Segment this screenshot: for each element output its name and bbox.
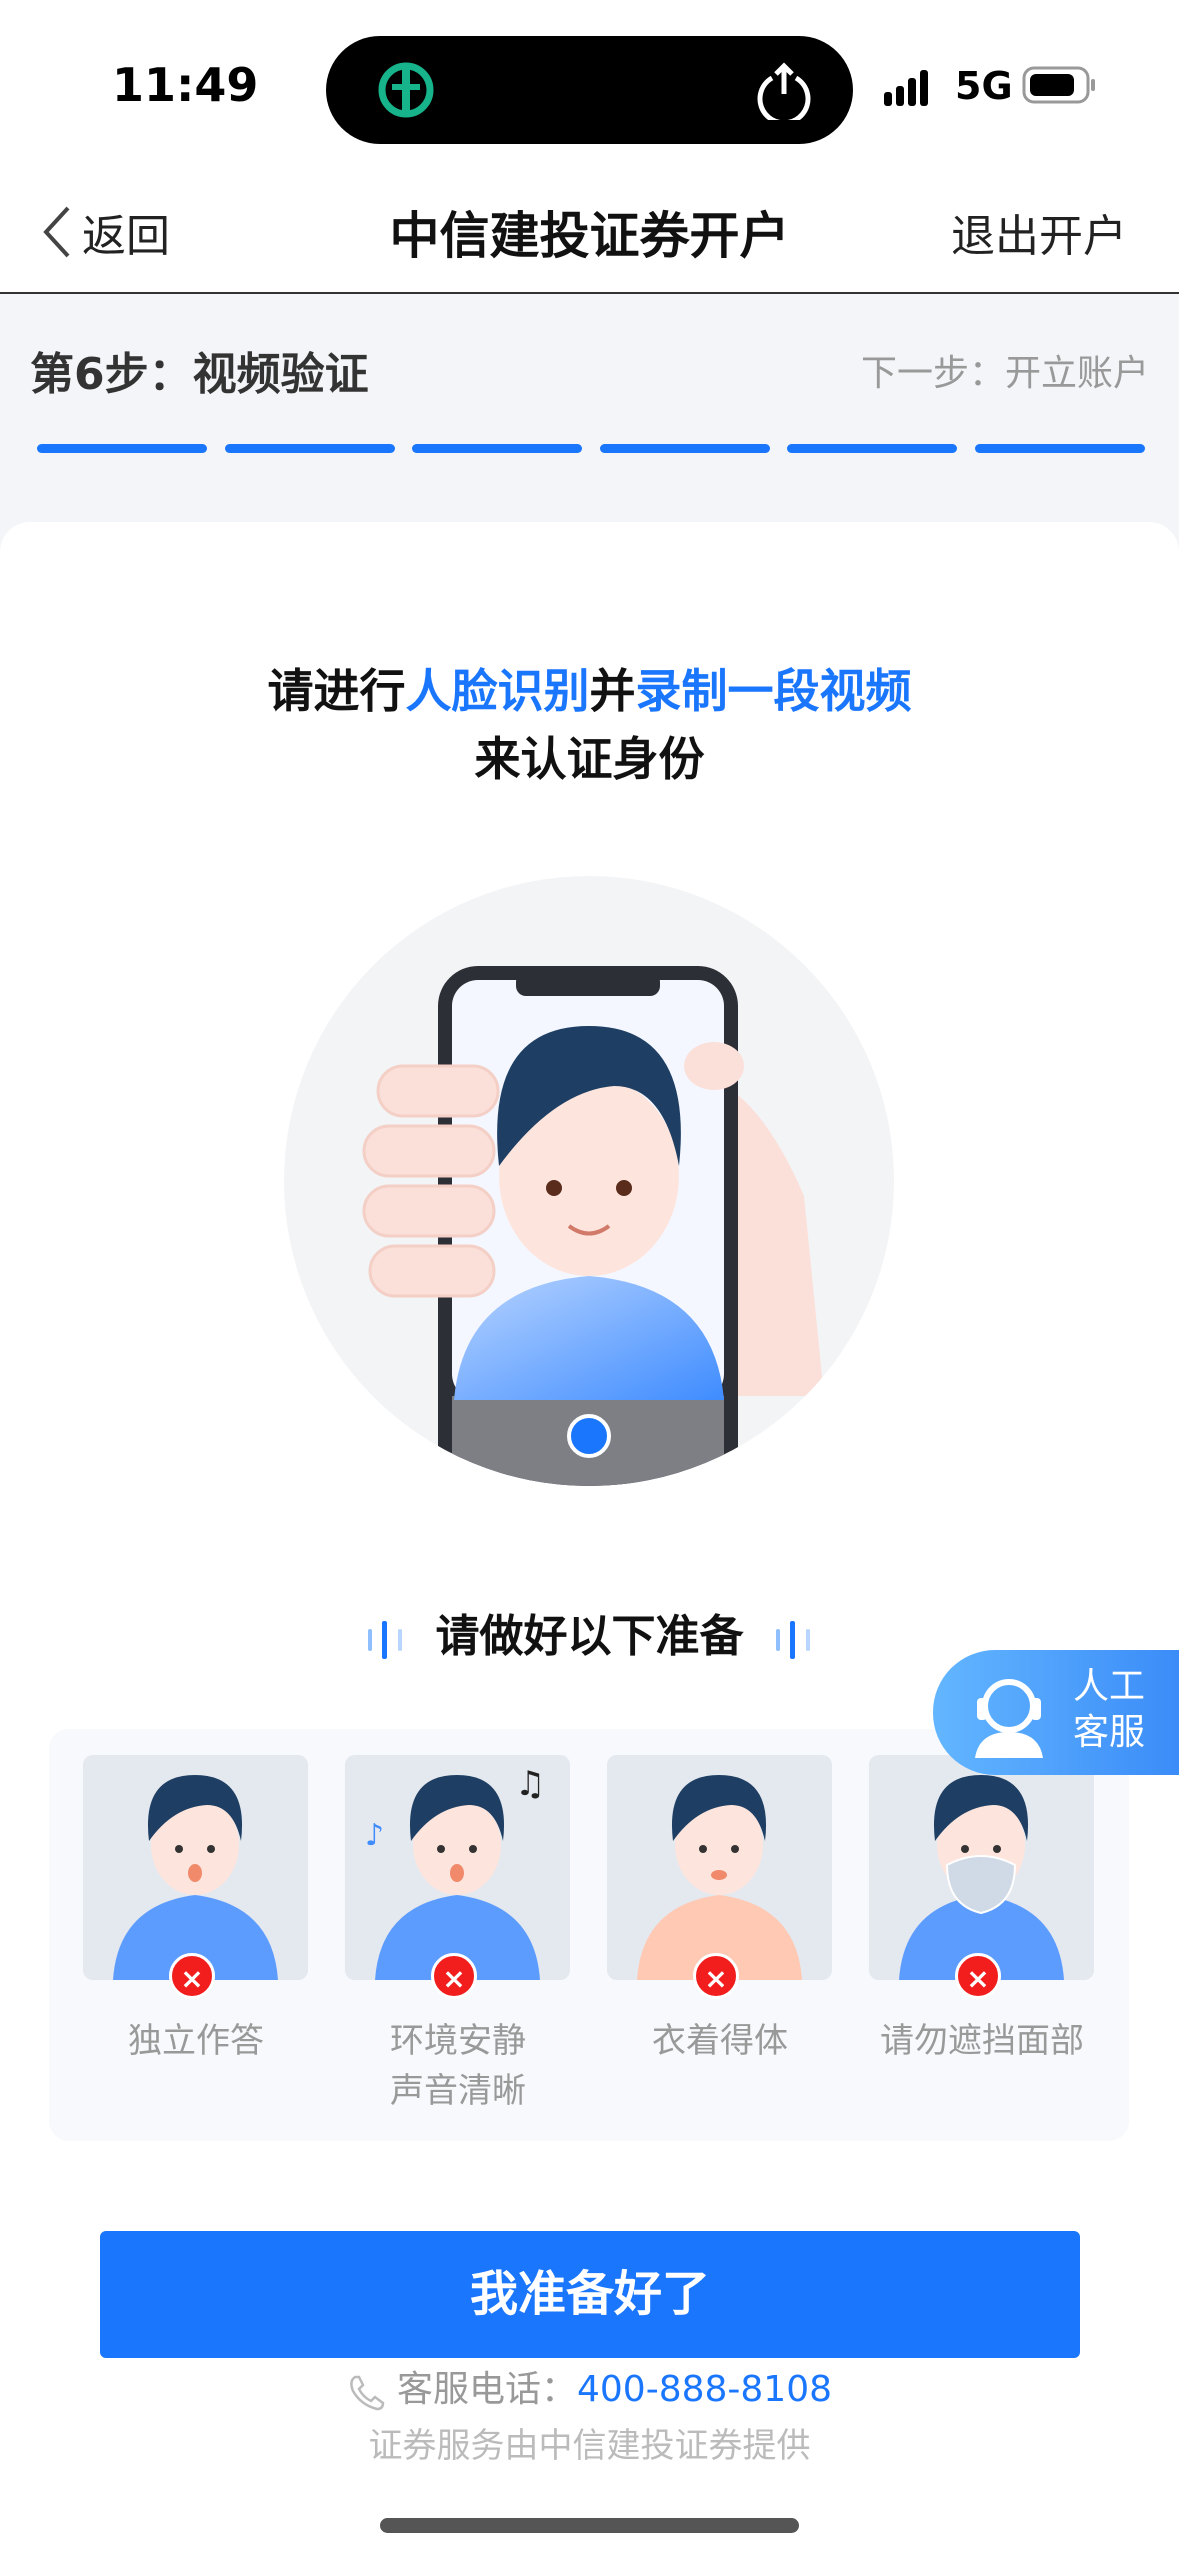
signal-icon: [884, 70, 928, 106]
error-x-icon: ×: [431, 1953, 477, 1999]
svg-text:♪: ♪: [365, 1818, 384, 1853]
progress-segment: [787, 444, 957, 453]
sound-wave-icon: [367, 1621, 402, 1659]
error-x-icon: ×: [169, 1953, 215, 1999]
progress-segment: [974, 444, 1145, 453]
error-x-icon: ×: [693, 1953, 739, 1999]
status-time: 11:49: [112, 58, 259, 112]
prep-item-label: 环境安静 声音清晰: [390, 2021, 526, 2111]
prep-title-text: 请做好以下准备: [435, 1611, 744, 1662]
prep-illustration: [607, 1755, 832, 1980]
progress-segment: [224, 444, 395, 453]
battery-icon: [1022, 66, 1095, 104]
phone-icon: [350, 2375, 385, 2411]
headset-agent-icon: [975, 1679, 1043, 1758]
svg-text:♫: ♫: [515, 1764, 545, 1804]
face-recognition-illustration: [284, 876, 894, 1486]
prep-item-label: 请勿遮挡面部: [880, 2021, 1084, 2061]
hotline-label: 客服电话：: [396, 2369, 577, 2410]
prep-item-label: 衣着得体: [652, 2021, 788, 2061]
intro-highlight: 录制一段视频: [635, 664, 912, 718]
intro-line2: 来认证身份: [474, 732, 705, 786]
progress-segment: [412, 444, 582, 453]
next-step-label: 下一步：开立账户: [860, 353, 1149, 394]
bank-app-icon: [378, 62, 434, 118]
step-label: 第6步：视频验证: [30, 349, 369, 400]
hotline: 客服电话：400-888-8108: [0, 2360, 1179, 2412]
cs-label: 客服: [1073, 1712, 1146, 1753]
intro-text: 并: [589, 664, 636, 718]
network-label: 5G: [955, 64, 1013, 108]
prep-item-label: 独立作答: [128, 2021, 264, 2061]
progress-segment: [37, 444, 207, 453]
hotline-number[interactable]: 400-888-8108: [577, 2369, 832, 2410]
error-x-icon: ×: [955, 1953, 1001, 1999]
prep-illustration: [83, 1755, 308, 1980]
prep-illustration: ♫ ♪: [345, 1755, 570, 1980]
progress-segment: [599, 444, 770, 453]
footer-note: 证券服务由中信建投证券提供: [368, 2426, 811, 2466]
nav-bar: 返回 中信建投证券开户 退出开户: [0, 180, 1179, 294]
status-bar: 11:49 5G: [0, 0, 1179, 180]
sound-wave-icon: [775, 1621, 810, 1659]
intro-highlight: 人脸识别: [405, 664, 590, 718]
exit-button[interactable]: 退出开户: [951, 200, 1127, 264]
intro-line1: 请进行人脸识别并录制一段视频: [0, 655, 1179, 721]
prep-illustration: [869, 1755, 1094, 1980]
dynamic-island: [326, 36, 853, 144]
intro-text: 请进行: [267, 664, 406, 718]
ready-button[interactable]: 我准备好了: [100, 2231, 1080, 2358]
upload-icon: [757, 62, 811, 120]
home-indicator: [380, 2518, 799, 2533]
customer-service-button[interactable]: 人工 客服: [933, 1650, 1179, 1775]
cs-label: 人工: [1073, 1666, 1146, 1707]
